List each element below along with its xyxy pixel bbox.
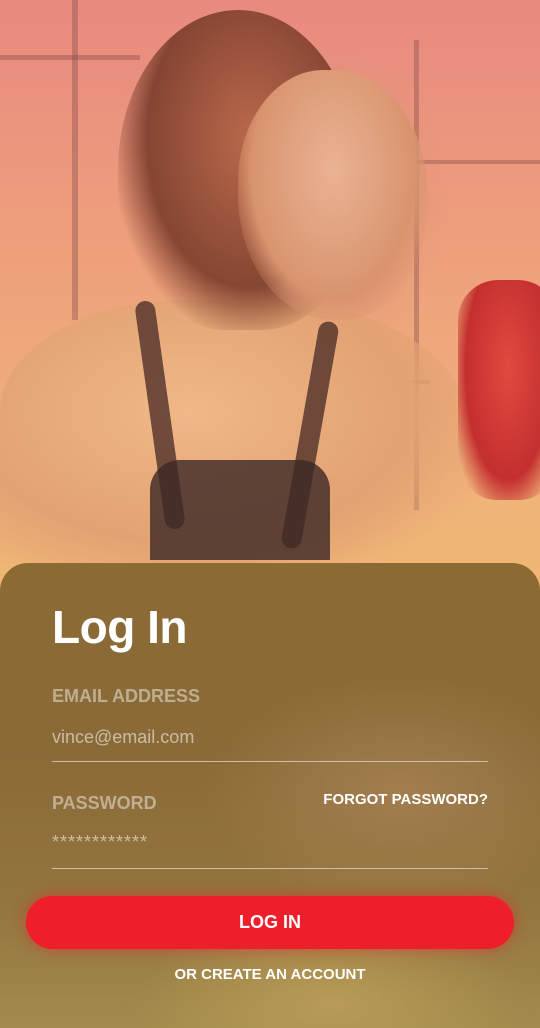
email-label: EMAIL ADDRESS	[52, 686, 201, 706]
create-account-link[interactable]: OR CREATE AN ACCOUNT	[0, 966, 540, 983]
email-field[interactable]	[52, 724, 488, 750]
login-button[interactable]: LOG IN	[26, 896, 514, 949]
boxing-wrap-glove	[458, 280, 540, 500]
password-field[interactable]	[52, 829, 488, 855]
email-underline	[52, 761, 488, 762]
password-label: PASSWORD	[52, 793, 157, 813]
sports-top	[150, 460, 330, 560]
fence-line	[72, 0, 78, 320]
page-title: Log In	[52, 601, 187, 653]
athlete-face	[238, 70, 428, 320]
forgot-password-link[interactable]: FORGOT PASSWORD?	[323, 791, 488, 808]
fence-line	[0, 55, 140, 60]
fence-line	[414, 160, 540, 164]
password-underline	[52, 868, 488, 869]
